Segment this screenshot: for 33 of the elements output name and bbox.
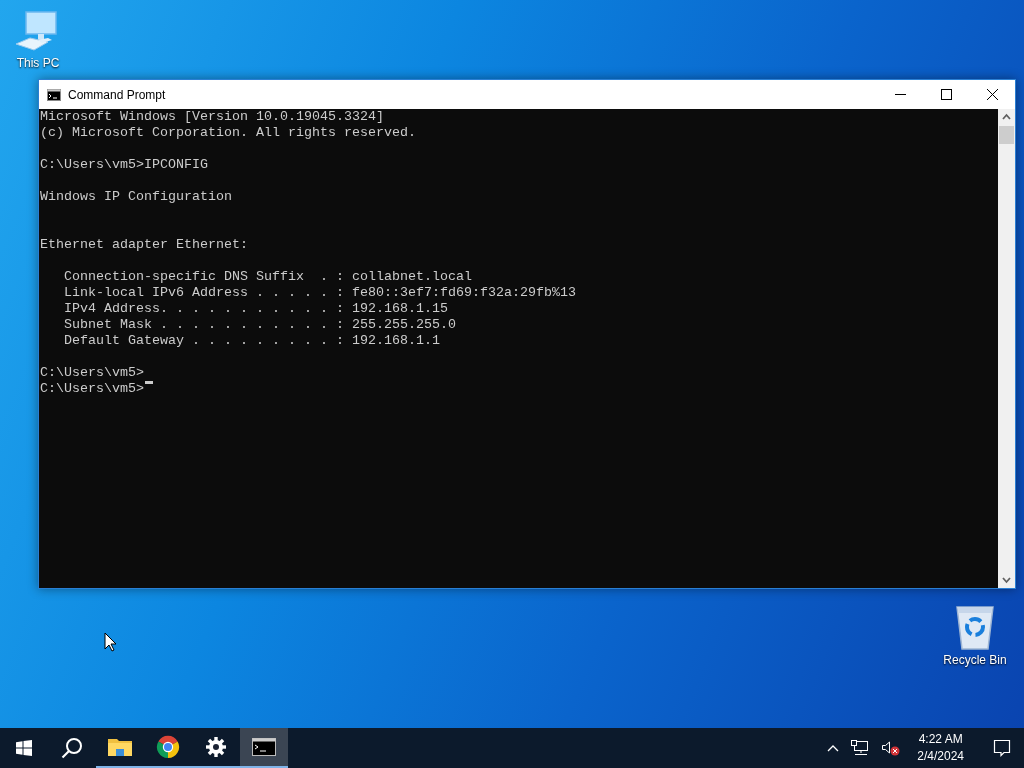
- search-icon: [61, 737, 83, 759]
- desktop-icon-label: This PC: [16, 56, 60, 70]
- notifications-icon[interactable]: [993, 739, 1011, 757]
- mouse-pointer-icon: [104, 632, 117, 652]
- console-line: Default Gateway . . . . . . . . . : 192.168.1.1: [63, 333, 440, 349]
- windows-logo-icon: [16, 740, 32, 756]
- console-line: Connection-specific DNS Suffix . : collabnet.local: [63, 269, 472, 285]
- browser-icon: [156, 735, 180, 759]
- folder-icon: [108, 737, 132, 757]
- clock[interactable]: 4:22 AM 2/4/2024: [911, 731, 970, 765]
- console-line: Ethernet adapter Ethernet:: [40, 237, 248, 253]
- console-line: Windows IP Configuration: [40, 189, 232, 205]
- taskbar-button[interactable]: [240, 728, 288, 768]
- scrollbar[interactable]: [998, 109, 1015, 588]
- console-line: Microsoft Windows [Version 10.0.19045.3324]: [40, 109, 384, 125]
- terminal-icon: [47, 88, 61, 101]
- gear-icon: [206, 737, 226, 757]
- console-line: C:\Users\vm5>: [40, 381, 144, 397]
- terminal-icon: [252, 738, 276, 756]
- console-line: IPv4 Address. . . . . . . . . . . : 192.168.1.15: [63, 301, 448, 317]
- console-line: (c) Microsoft Corporation. All rights reserved.: [40, 125, 416, 141]
- console-line: Subnet Mask . . . . . . . . . . . : 255.255.255.0: [63, 317, 456, 333]
- close-icon[interactable]: [986, 89, 998, 100]
- console-line: Link-local IPv6 Address . . . . . : fe80::3ef7:fd69:f32a:29fb%13: [63, 285, 576, 301]
- window-title: Command Prompt: [68, 87, 166, 102]
- scrollbar-thumb[interactable]: [999, 126, 1014, 144]
- desktop-icon-label: Recycle Bin: [943, 653, 1007, 667]
- recycle-bin-icon: [953, 603, 997, 651]
- desktop-icon[interactable]: Recycle Bin: [937, 603, 1013, 667]
- console-line: C:\Users\vm5>IPCONFIG: [40, 157, 208, 173]
- minimize-icon[interactable]: [894, 94, 906, 95]
- console-line: C:\Users\vm5>: [40, 365, 144, 381]
- maximize-icon[interactable]: [940, 89, 952, 100]
